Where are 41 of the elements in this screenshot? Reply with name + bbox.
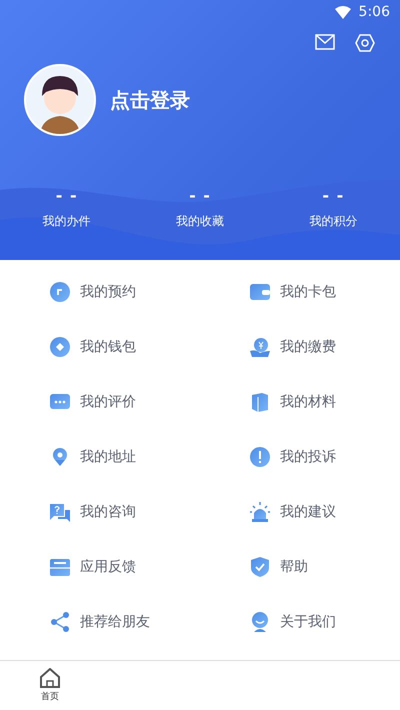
menu-item[interactable]: 关于我们	[280, 612, 336, 632]
menu-item[interactable]: 我的投诉	[280, 447, 336, 467]
menu-item[interactable]: 帮助	[280, 557, 308, 577]
alert-icon	[250, 447, 270, 467]
chat-bubble-icon	[50, 392, 70, 412]
mail-icon[interactable]	[315, 34, 335, 50]
stat-value: - -	[189, 186, 211, 205]
menu-item[interactable]: 我的咨询	[80, 502, 136, 522]
menu-item[interactable]: 我的材料	[280, 392, 336, 412]
nav-tab[interactable]: 首页	[0, 661, 100, 710]
coin-icon	[50, 337, 70, 357]
box-icon	[250, 392, 270, 412]
menu-item[interactable]: 我的缴费	[280, 337, 336, 357]
location-pin-icon	[50, 447, 70, 467]
home-icon	[39, 668, 61, 688]
login-link[interactable]: 点击登录	[110, 86, 190, 114]
menu-item[interactable]: 我的地址	[80, 447, 136, 467]
stat-value: - -	[56, 186, 78, 205]
siren-icon	[250, 502, 270, 522]
question-chat-icon	[50, 502, 70, 522]
status-time: 5:06	[358, 4, 390, 20]
hand-coin-icon	[250, 337, 270, 357]
wallet-icon	[250, 282, 270, 302]
clock-icon	[50, 282, 70, 302]
stat-value: - -	[322, 186, 344, 205]
person-icon	[250, 612, 270, 632]
menu-item[interactable]: 推荐给朋友	[80, 612, 150, 632]
stat-label[interactable]: 我的办件	[42, 213, 91, 230]
menu-item[interactable]: 我的卡包	[280, 282, 336, 302]
menu-item[interactable]: 我的预约	[80, 282, 136, 302]
settings-icon[interactable]	[355, 34, 375, 52]
wifi-icon	[334, 6, 351, 18]
menu-item[interactable]: 我的评价	[80, 392, 136, 412]
menu-item[interactable]: 我的建议	[280, 502, 336, 522]
shield-check-icon	[250, 557, 270, 577]
menu-item[interactable]: 应用反馈	[80, 557, 136, 577]
inbox-icon	[50, 557, 70, 577]
menu-item[interactable]: 我的钱包	[80, 337, 136, 357]
share-icon	[50, 612, 70, 632]
stat-label[interactable]: 我的收藏	[176, 213, 224, 230]
stat-label[interactable]: 我的积分	[309, 213, 358, 230]
